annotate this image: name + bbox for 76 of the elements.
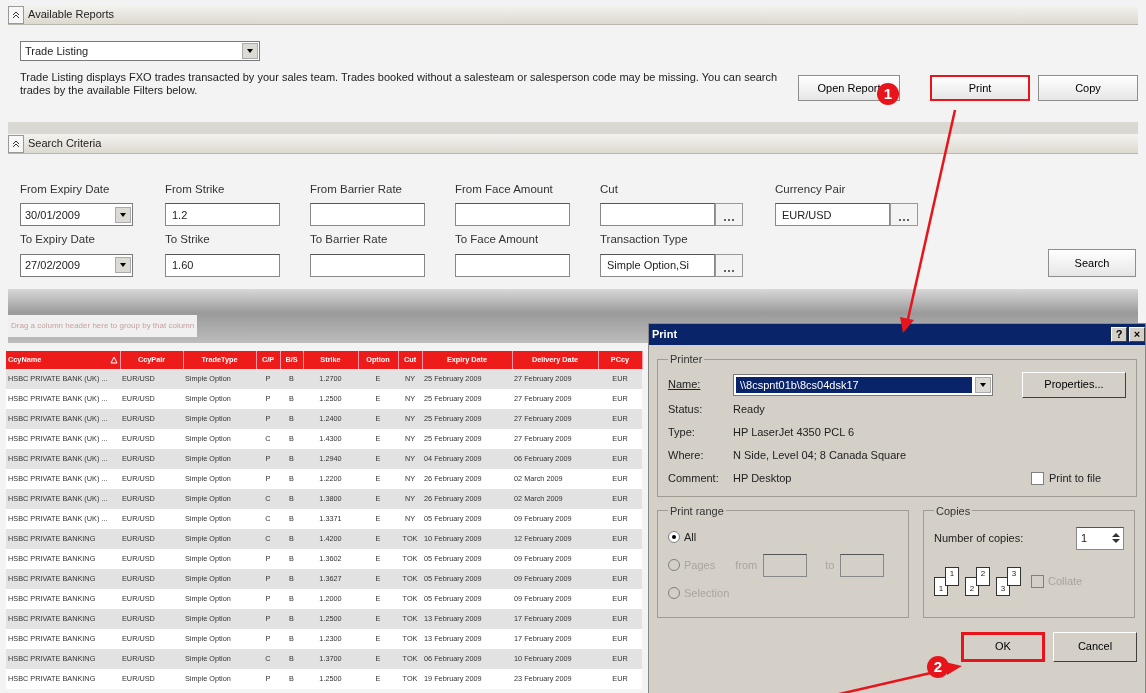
report-button[interactable]: Copy [1038,75,1138,101]
field-label: From Expiry Date [20,182,111,197]
title-bar-button[interactable]: × [1129,327,1145,342]
dropdown-arrow-icon [119,261,127,269]
field-label: Transaction Type [600,232,689,248]
input-field[interactable] [310,203,425,227]
group-label: Printer [669,352,704,367]
input-field[interactable] [763,553,808,577]
dropdown-button[interactable] [242,43,258,59]
field-label: Number of copies: [934,530,1024,546]
input-field[interactable] [840,553,885,577]
info-value: N Side, Level 04; 8 Canada Square [733,447,907,463]
info-label: Comment: [668,470,720,486]
input-field[interactable] [310,253,425,277]
group-by-hint: Drag a column header here to group by that column [8,315,198,337]
input-field[interactable] [455,253,570,277]
radio-dot-icon [672,535,676,539]
date-field[interactable]: 27/02/2009 [20,253,133,277]
input-field[interactable]: Simple Option,Si [600,253,715,277]
browse-button[interactable] [715,203,743,227]
browse-button[interactable] [715,253,743,277]
field-label: From Face Amount [455,182,554,197]
dropdown-button[interactable] [115,206,131,223]
report-button[interactable]: Print [930,75,1030,101]
copies-spinner[interactable]: 1 [1076,526,1124,550]
report-dropdown[interactable]: Trade Listing [20,41,260,61]
ellipsis-icon [898,218,910,223]
group-label: Print range [669,503,725,519]
dropdown-arrow-icon [119,210,127,219]
ellipsis-icon [723,218,735,223]
radio-option[interactable]: All [668,528,697,546]
collapse-toggle[interactable] [8,5,24,24]
spin-arrows-icon [1111,532,1121,544]
field-label: From Barrier Rate [310,182,404,197]
dropdown-arrow-icon [979,380,987,389]
dropdown-button[interactable] [115,257,131,273]
dropdown-button[interactable] [975,376,991,393]
report-description: Trade Listing displays FXO trades transacted by your sales team. Trades booked without a salesteam or salesperson code may be missing. You can search trades by the available Filters below. [20,71,778,97]
dialog-title: Print [652,327,678,343]
input-field[interactable]: 1.60 [165,253,280,277]
field-label: To Barrier Rate [310,232,389,248]
info-label: Status: [668,401,704,417]
search-button[interactable]: Search [1048,249,1136,277]
ellipsis-icon [723,268,735,273]
collapse-toggle[interactable] [8,134,24,153]
input-field[interactable]: 1.2 [165,203,280,227]
field-label: Name: [668,377,702,393]
info-label: Where: [668,447,705,463]
input-field[interactable] [600,203,715,227]
field-label: To Expiry Date [20,232,96,248]
input-field[interactable] [455,203,570,227]
group-label: Copies [935,503,972,519]
info-value: HP Desktop [733,470,792,486]
title-bar-button[interactable]: ? [1111,327,1127,342]
collate-drawing: 1 1 2 2 3 3 [934,567,1021,596]
input-field[interactable]: EUR/USD [775,203,890,227]
info-value: HP LaserJet 4350 PCL 6 [733,424,855,440]
dropdown-arrow-icon [246,47,254,55]
date-field[interactable]: 30/01/2009 [20,203,133,227]
browse-button[interactable] [890,203,918,227]
section-title: Search Criteria [28,136,102,152]
field-label: Cut [600,182,619,197]
field-label: To Strike [165,232,211,248]
printer-dropdown[interactable]: \\8cspnt01b\8cs04dsk17 [733,373,993,396]
info-value: Ready [733,401,765,417]
section-title: Available Reports [28,7,114,23]
properties-button[interactable]: Properties... [1022,371,1126,398]
dialog-button[interactable]: Cancel [1053,631,1137,662]
dialog-button[interactable]: OK [961,631,1045,662]
collapse-icon [12,139,20,148]
field-label: From Strike [165,182,226,197]
print-to-file-checkbox[interactable]: Print to file [1031,469,1101,487]
field-label: To Face Amount [455,232,540,248]
field-label: Currency Pair [775,182,847,197]
info-label: Type: [668,424,696,440]
collapse-icon [12,10,20,19]
